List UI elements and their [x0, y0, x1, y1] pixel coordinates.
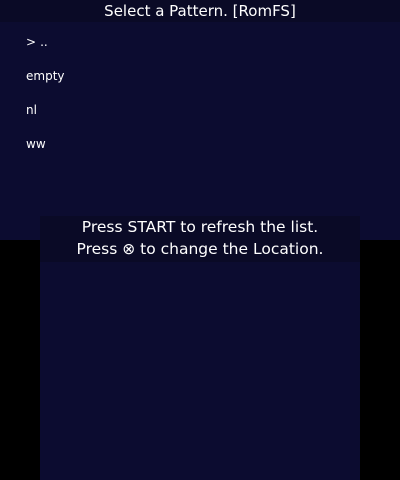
- info-box: Press START to refresh the list. Press ⊗…: [40, 216, 360, 262]
- refresh-hint: Press START to refresh the list.: [81, 218, 319, 236]
- file-list: >.. empty nl ww: [26, 34, 65, 170]
- list-item-nl[interactable]: nl: [26, 102, 65, 136]
- list-item-empty[interactable]: empty: [26, 68, 65, 102]
- page-title: Select a Pattern. [RomFS]: [104, 2, 296, 20]
- list-item-parent-directory[interactable]: >..: [26, 34, 65, 68]
- list-item-label: ww: [26, 137, 46, 151]
- top-screen: Select a Pattern. [RomFS] >.. empty nl w…: [0, 0, 400, 240]
- selection-cursor: >: [26, 35, 37, 49]
- title-bar: Select a Pattern. [RomFS]: [0, 0, 400, 22]
- list-item-label: empty: [26, 69, 65, 83]
- location-hint: Press ⊗ to change the Location.: [76, 240, 324, 258]
- bottom-screen: [40, 240, 360, 480]
- list-item-label: ..: [40, 35, 48, 49]
- list-item-ww[interactable]: ww: [26, 136, 65, 170]
- list-item-label: nl: [26, 103, 37, 117]
